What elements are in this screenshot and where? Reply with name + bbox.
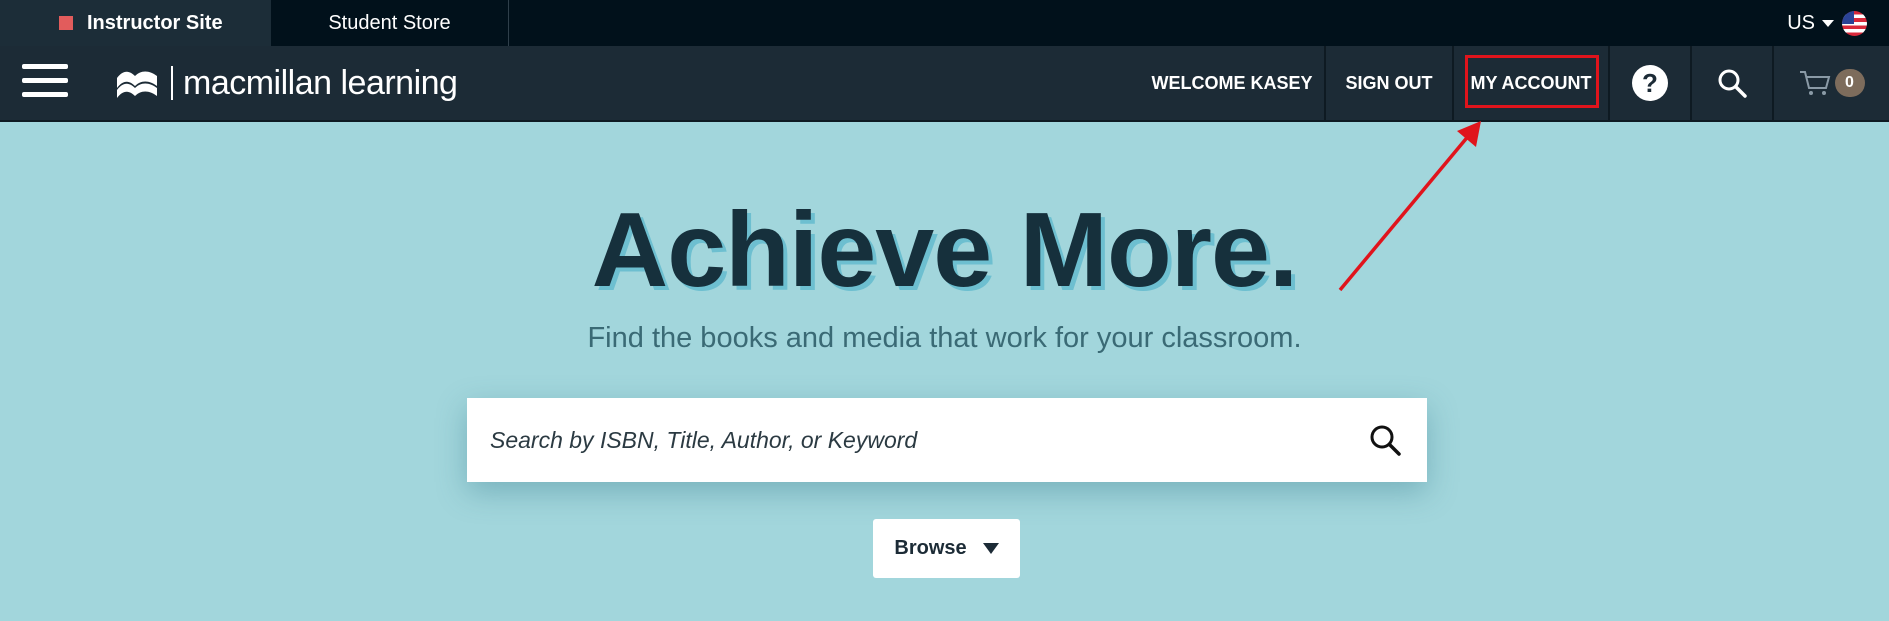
caret-down-icon — [982, 543, 999, 554]
locale-label: US — [1787, 11, 1815, 34]
catalog-search-bar — [467, 398, 1427, 482]
tab-instructor-site-label: Instructor Site — [87, 11, 223, 34]
tab-instructor-site[interactable]: Instructor Site — [0, 0, 271, 46]
logo-wordmark: macmillan learning — [183, 63, 458, 102]
us-flag-icon — [1842, 10, 1867, 36]
hero-subtitle: Find the books and media that work for y… — [587, 322, 1302, 354]
catalog-search-button[interactable] — [1343, 398, 1427, 482]
browse-label: Browse — [894, 537, 967, 559]
logo-divider — [171, 66, 173, 100]
active-site-marker — [59, 16, 73, 30]
welcome-user-link[interactable]: WELCOME KASEY — [1140, 46, 1326, 120]
my-account-label: MY ACCOUNT — [1470, 72, 1592, 93]
header-search-button[interactable] — [1692, 46, 1774, 120]
catalog-search-input[interactable] — [467, 398, 1343, 482]
my-account-link[interactable]: MY ACCOUNT — [1454, 46, 1610, 120]
caret-down-icon — [1822, 19, 1834, 27]
browse-dropdown-button[interactable]: Browse — [873, 519, 1020, 578]
cart-button[interactable]: 0 — [1774, 46, 1889, 120]
question-mark-icon: ? — [1632, 65, 1668, 101]
main-navigation: macmillan learning WELCOME KASEY SIGN OU… — [0, 46, 1889, 122]
cart-count-badge: 0 — [1834, 69, 1865, 97]
cart-icon — [1799, 71, 1830, 95]
macmillan-logo-icon — [117, 71, 157, 98]
sign-out-link[interactable]: SIGN OUT — [1326, 46, 1454, 120]
locale-selector[interactable]: US — [1787, 0, 1867, 46]
macmillan-logo[interactable]: macmillan learning — [115, 61, 458, 105]
search-icon — [1370, 425, 1401, 456]
hero-title: Achieve More. — [591, 191, 1299, 309]
sign-out-label: SIGN OUT — [1345, 72, 1433, 93]
search-icon — [1718, 69, 1747, 98]
tab-student-store-label: Student Store — [328, 11, 451, 34]
site-switcher-bar: Instructor Site Student Store US — [0, 0, 1889, 46]
tab-student-store[interactable]: Student Store — [271, 0, 509, 46]
hamburger-icon[interactable] — [22, 64, 68, 100]
welcome-user-label: WELCOME KASEY — [1151, 72, 1313, 93]
help-button[interactable]: ? — [1610, 46, 1692, 120]
